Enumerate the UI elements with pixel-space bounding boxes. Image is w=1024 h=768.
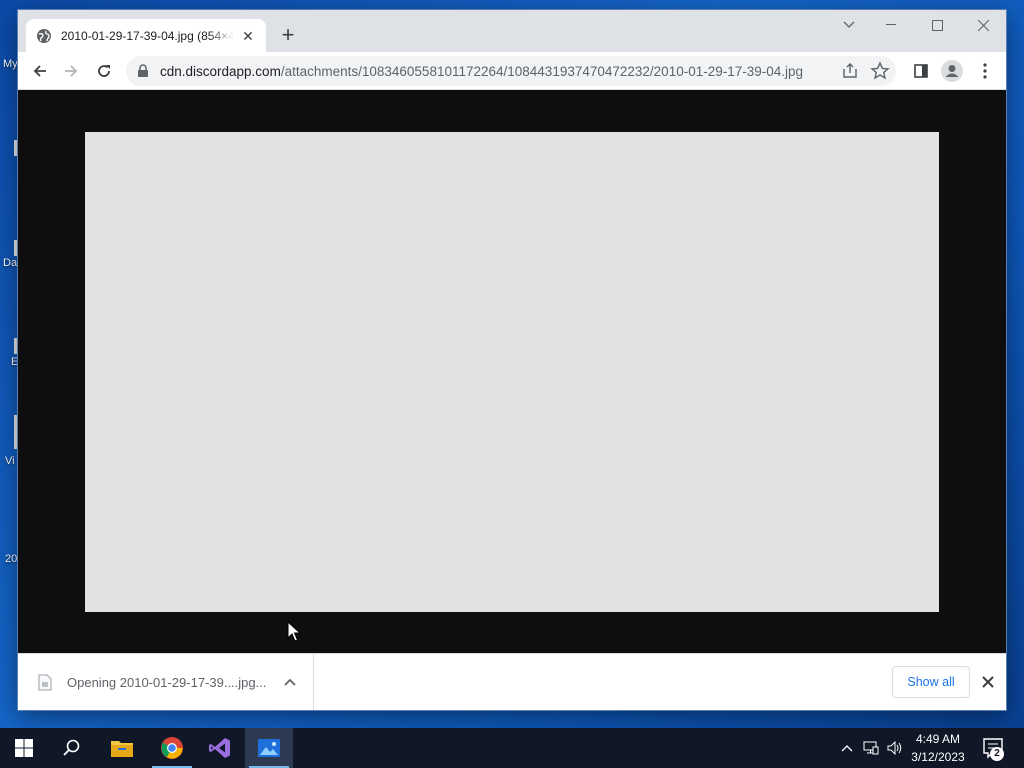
desktop-icon-label[interactable]: Da xyxy=(3,257,17,269)
lock-icon[interactable] xyxy=(136,64,150,78)
search-icon xyxy=(63,739,80,756)
mouse-cursor xyxy=(287,621,301,642)
clock-time: 4:49 AM xyxy=(915,732,961,746)
browser-toolbar: cdn.discordapp.com/attachments/108346055… xyxy=(18,52,1006,90)
clock[interactable]: 4:49 AM 3/12/2023 xyxy=(904,730,972,766)
profile-button[interactable] xyxy=(940,59,964,83)
desktop-icon-label[interactable]: 20 xyxy=(5,553,17,565)
globe-icon xyxy=(37,28,51,43)
reload-button[interactable] xyxy=(92,59,116,83)
chevron-down-icon xyxy=(843,21,855,28)
show-hidden-icons-button[interactable] xyxy=(838,728,856,768)
close-shelf-icon[interactable] xyxy=(980,674,996,690)
download-shelf: Opening 2010-01-29-17-39....jpg... Show … xyxy=(18,653,1006,710)
start-icon xyxy=(15,739,33,757)
chevron-up-icon[interactable] xyxy=(282,674,298,690)
tab-close-icon[interactable]: ✕ xyxy=(240,28,256,44)
back-icon xyxy=(33,65,46,77)
forward-icon xyxy=(65,65,78,77)
close-window-button[interactable] xyxy=(960,10,1006,40)
menu-icon xyxy=(983,63,987,79)
reload-icon xyxy=(98,65,110,77)
maximize-icon xyxy=(931,19,943,31)
url-path: /attachments/1083460558101172264/1084431… xyxy=(280,63,804,79)
network-icon xyxy=(863,741,879,755)
star-icon[interactable] xyxy=(870,61,890,81)
show-all-button[interactable]: Show all xyxy=(892,666,970,698)
browser-window: 2010-01-29-17-39-04.jpg (854×480) ✕ + cd… xyxy=(18,10,1006,710)
close-icon xyxy=(977,19,989,31)
taskbar-visual-studio[interactable] xyxy=(196,728,244,768)
url-host: cdn.discordapp.com xyxy=(160,63,281,79)
new-tab-button[interactable]: + xyxy=(276,24,300,48)
visual-studio-icon xyxy=(209,738,230,758)
page-content xyxy=(18,90,1006,653)
maximize-button[interactable] xyxy=(914,10,960,40)
download-status: Opening 2010-01-29-17-39....jpg... xyxy=(67,674,267,690)
notification-count-badge: 2 xyxy=(990,747,1004,761)
volume-icon xyxy=(887,741,902,755)
share-icon[interactable] xyxy=(842,63,858,79)
start-button[interactable] xyxy=(0,728,48,768)
chevron-up-icon xyxy=(841,745,853,752)
network-button[interactable] xyxy=(860,728,882,768)
desktop-icon-label[interactable]: My xyxy=(3,58,18,70)
profile-icon xyxy=(941,60,963,82)
back-button[interactable] xyxy=(28,59,52,83)
minimize-button[interactable] xyxy=(868,10,914,40)
tab-title: 2010-01-29-17-39-04.jpg (854×480) xyxy=(61,28,234,43)
side-panel-button[interactable] xyxy=(909,59,933,83)
search-button[interactable] xyxy=(48,728,96,768)
taskbar: 4:49 AM 3/12/2023 2 xyxy=(0,728,1024,768)
address-bar[interactable]: cdn.discordapp.com/attachments/108346055… xyxy=(126,56,896,86)
tab-strip: 2010-01-29-17-39-04.jpg (854×480) ✕ + xyxy=(18,10,1006,52)
image-viewer[interactable] xyxy=(85,132,939,612)
side-panel-icon xyxy=(914,64,928,78)
file-icon xyxy=(38,674,52,690)
taskbar-file-explorer[interactable] xyxy=(98,728,146,768)
photos-icon xyxy=(258,739,280,757)
taskbar-chrome[interactable] xyxy=(148,728,196,768)
clock-date: 3/12/2023 xyxy=(911,750,965,764)
forward-button[interactable] xyxy=(59,59,83,83)
taskbar-photos[interactable] xyxy=(245,728,293,768)
desktop-icon-label[interactable]: Vi xyxy=(5,455,15,467)
download-item[interactable]: Opening 2010-01-29-17-39....jpg... xyxy=(18,654,314,710)
tab-search-button[interactable] xyxy=(826,10,872,40)
menu-button[interactable] xyxy=(973,59,997,83)
tab-image[interactable]: 2010-01-29-17-39-04.jpg (854×480) ✕ xyxy=(26,19,266,52)
url-text[interactable]: cdn.discordapp.com/attachments/108346055… xyxy=(160,64,803,79)
volume-button[interactable] xyxy=(884,728,906,768)
file-explorer-icon xyxy=(111,741,133,757)
minimize-icon xyxy=(886,24,896,25)
chrome-icon xyxy=(161,737,183,759)
